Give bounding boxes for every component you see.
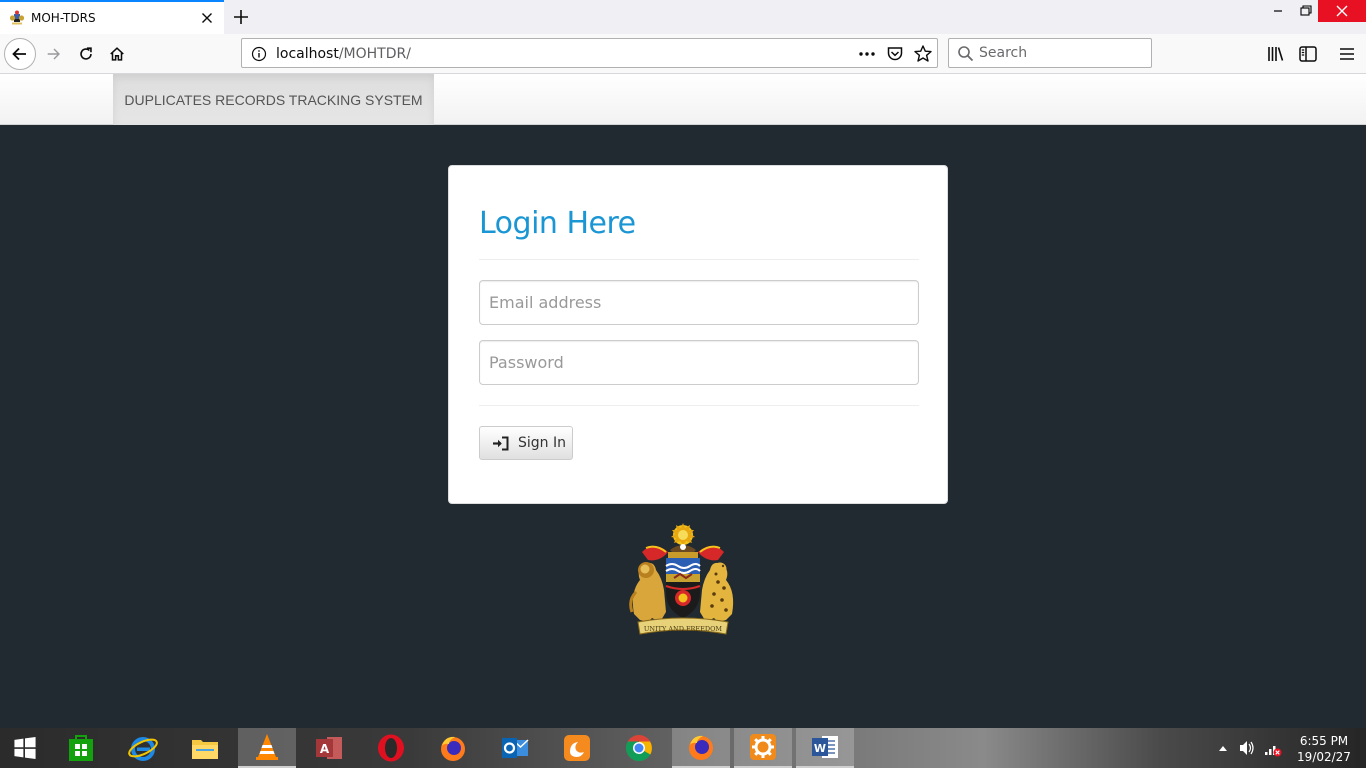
taskbar-file-explorer[interactable] [176, 728, 234, 768]
reload-button[interactable] [70, 38, 102, 70]
leopard-supporter [700, 562, 734, 622]
taskbar-settings[interactable] [734, 728, 792, 768]
sign-in-button[interactable]: Sign In [479, 426, 573, 460]
search-bar[interactable] [948, 38, 1152, 68]
lion-supporter [629, 562, 666, 622]
system-clock[interactable]: 6:55 PM 19/02/27 [1292, 733, 1356, 765]
pocket-icon[interactable] [886, 45, 904, 63]
email-field[interactable] [479, 280, 919, 325]
browser-toolbar: localhost/MOHTDR/ [0, 34, 1366, 74]
sun-crest [671, 523, 695, 545]
outlook-icon [502, 738, 529, 758]
windows-logo-icon [14, 737, 36, 759]
sign-in-label: Sign In [518, 435, 566, 451]
volume-icon[interactable] [1238, 728, 1256, 768]
window-close-button[interactable] [1318, 0, 1366, 22]
shield [665, 558, 701, 618]
password-field[interactable] [479, 340, 919, 385]
taskbar-opera[interactable] [362, 728, 420, 768]
firefox-icon [441, 736, 465, 761]
clock-date: 19/02/27 [1297, 750, 1351, 764]
firefox-icon [689, 735, 713, 760]
arrow-right-icon [47, 48, 60, 60]
sign-in-icon [493, 436, 509, 450]
page-actions-icon[interactable] [857, 45, 877, 63]
taskbar-chrome[interactable] [610, 728, 668, 768]
taskbar-vlc[interactable] [238, 728, 296, 768]
divider [479, 259, 919, 260]
coat-of-arms-favicon-icon [9, 10, 25, 25]
bookmark-star-icon[interactable] [913, 44, 933, 64]
taskbar-firefox[interactable] [424, 728, 482, 768]
hamburger-menu-icon[interactable] [1336, 43, 1358, 65]
internet-explorer-icon [128, 737, 158, 761]
tab-close-icon[interactable] [199, 10, 215, 26]
taskbar-outlook[interactable] [486, 728, 544, 768]
taskbar-uc-browser[interactable] [548, 728, 606, 768]
vlc-cone-icon [256, 734, 278, 760]
taskbar-access[interactable]: A [300, 728, 358, 768]
info-icon[interactable] [251, 46, 267, 62]
site-navbar: DUPLICATES RECORDS TRACKING SYSTEM [0, 74, 1366, 125]
address-bar[interactable]: localhost/MOHTDR/ [241, 38, 938, 68]
windows-taskbar: A W 6:55 PM 19/02/27 [0, 728, 1366, 768]
show-hidden-icons-icon[interactable] [1216, 728, 1230, 768]
gear-icon [750, 734, 776, 760]
start-button[interactable] [0, 728, 50, 768]
network-disconnected-icon[interactable] [1263, 728, 1283, 768]
store-icon [69, 735, 93, 761]
divider [479, 405, 919, 406]
site-brand-label: DUPLICATES RECORDS TRACKING SYSTEM [124, 91, 423, 108]
emblem-motto: UNITY AND FREEDOM [644, 625, 723, 633]
forward-button[interactable] [38, 38, 70, 70]
svg-text:A: A [320, 742, 330, 756]
login-panel: Login Here Sign In [448, 165, 948, 504]
back-button[interactable] [4, 38, 36, 70]
folder-icon [192, 740, 218, 759]
taskbar-firefox-active[interactable] [672, 728, 730, 768]
window-minimize-icon[interactable] [1265, 0, 1291, 22]
site-brand[interactable]: DUPLICATES RECORDS TRACKING SYSTEM [113, 74, 434, 125]
home-button[interactable] [101, 38, 133, 70]
arrow-left-icon [12, 47, 26, 61]
reload-icon [80, 47, 92, 60]
new-tab-icon[interactable] [230, 6, 252, 28]
window-restore-icon[interactable] [1293, 0, 1319, 22]
clock-time: 6:55 PM [1299, 734, 1349, 748]
window-close-icon [1336, 5, 1348, 17]
malawi-coat-of-arms-emblem: UNITY AND FREEDOM [629, 523, 734, 635]
access-icon: A [316, 737, 342, 759]
uc-browser-icon [564, 735, 590, 761]
search-icon [958, 46, 974, 62]
chrome-icon [625, 735, 652, 762]
browser-tab[interactable]: MOH-TDRS [0, 0, 224, 34]
home-icon [110, 47, 124, 61]
opera-icon [378, 734, 404, 762]
url-host: localhost [276, 46, 339, 62]
search-input[interactable] [979, 43, 1144, 63]
library-icon[interactable] [1265, 43, 1287, 65]
browser-tab-bar: MOH-TDRS [0, 0, 1366, 34]
url-text[interactable]: localhost/MOHTDR/ [276, 46, 411, 62]
taskbar-word[interactable]: W [796, 728, 854, 768]
word-icon: W [812, 736, 838, 758]
taskbar-store[interactable] [52, 728, 110, 768]
taskbar-internet-explorer[interactable] [114, 728, 172, 768]
login-title: Login Here [479, 206, 636, 241]
tab-title: MOH-TDRS [31, 11, 96, 25]
url-path: /MOHTDR/ [338, 46, 411, 62]
svg-text:W: W [814, 742, 826, 755]
sidebar-icon[interactable] [1297, 43, 1319, 65]
